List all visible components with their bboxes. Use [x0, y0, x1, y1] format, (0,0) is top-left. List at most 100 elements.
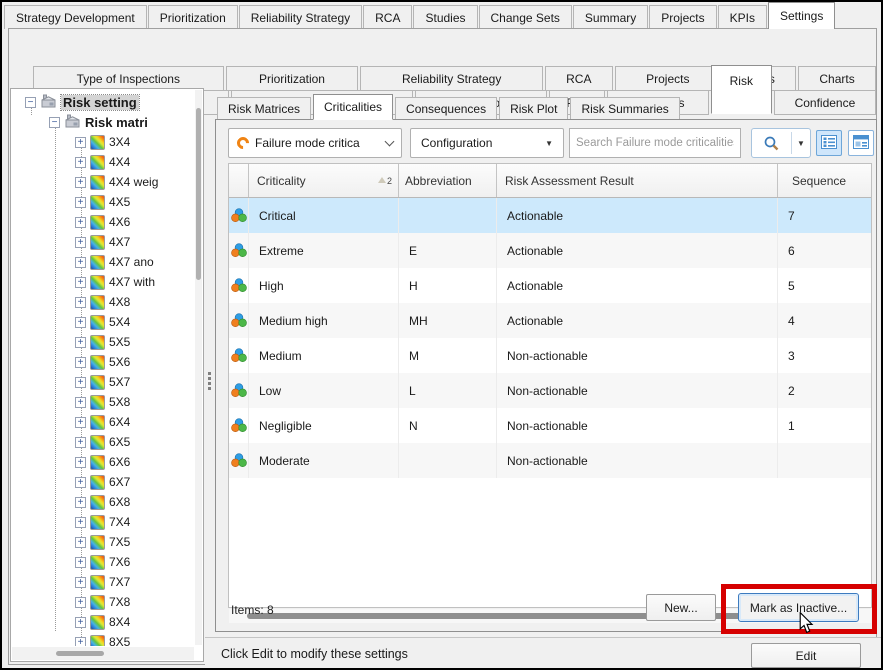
table-row[interactable]: NegligibleNNon-actionable1	[229, 408, 871, 443]
expand-icon[interactable]: +	[75, 417, 86, 428]
expand-icon[interactable]: +	[75, 217, 86, 228]
tree-item[interactable]: +6X5	[11, 432, 194, 452]
top-tab-studies[interactable]: Studies	[413, 5, 477, 29]
expand-icon[interactable]: +	[75, 377, 86, 388]
tree-item[interactable]: +6X8	[11, 492, 194, 512]
expand-icon[interactable]: +	[75, 157, 86, 168]
tree-item[interactable]: +6X6	[11, 452, 194, 472]
tree-item[interactable]: +4X6	[11, 212, 194, 232]
expand-icon[interactable]: +	[75, 637, 86, 647]
tree-item[interactable]: +4X4	[11, 152, 194, 172]
tree-item[interactable]: −Risk setting	[11, 92, 194, 112]
table-row[interactable]: CriticalActionable7	[229, 198, 871, 233]
tab-consequences[interactable]: Consequences	[395, 97, 497, 120]
expand-icon[interactable]: +	[75, 297, 86, 308]
column-header-risk-assessment-result[interactable]: Risk Assessment Result	[497, 164, 778, 197]
tab-risk-matrices[interactable]: Risk Matrices	[217, 97, 311, 120]
top-tab-rca[interactable]: RCA	[363, 5, 412, 29]
expand-icon[interactable]: +	[75, 197, 86, 208]
top-tab-summary[interactable]: Summary	[573, 5, 648, 29]
column-header-icon[interactable]	[229, 164, 249, 197]
expand-icon[interactable]: +	[75, 357, 86, 368]
tree-item[interactable]: +6X4	[11, 412, 194, 432]
collapse-icon[interactable]: −	[25, 97, 36, 108]
top-tab-settings[interactable]: Settings	[768, 2, 835, 29]
tree-item[interactable]: +5X5	[11, 332, 194, 352]
expand-icon[interactable]: +	[75, 457, 86, 468]
tree-item[interactable]: +7X8	[11, 592, 194, 612]
tree-item[interactable]: +7X6	[11, 552, 194, 572]
tree-vertical-scrollbar[interactable]	[195, 90, 202, 645]
tree-item[interactable]: +7X4	[11, 512, 194, 532]
expand-icon[interactable]: +	[75, 597, 86, 608]
configuration-dropdown[interactable]: Configuration ▼	[410, 128, 564, 158]
settings-tab-rca[interactable]: RCA	[545, 66, 613, 91]
top-tab-prioritization[interactable]: Prioritization	[148, 5, 238, 29]
column-header-abbreviation[interactable]: Abbreviation	[399, 164, 497, 197]
expand-icon[interactable]: +	[75, 137, 86, 148]
tree-item[interactable]: +5X4	[11, 312, 194, 332]
tree-item[interactable]: +8X4	[11, 612, 194, 632]
expand-icon[interactable]: +	[75, 177, 86, 188]
table-row[interactable]: Medium highMHActionable4	[229, 303, 871, 338]
tree-item[interactable]: +6X7	[11, 472, 194, 492]
tab-risk-summaries[interactable]: Risk Summaries	[570, 97, 679, 120]
search-button[interactable]: ▼	[751, 128, 811, 158]
scrollbar-thumb[interactable]	[196, 108, 201, 280]
tree-item[interactable]: +5X8	[11, 392, 194, 412]
tree-item[interactable]: +4X8	[11, 292, 194, 312]
mark-as-inactive-button[interactable]: Mark as Inactive...	[738, 593, 859, 622]
expand-icon[interactable]: +	[75, 257, 86, 268]
expand-icon[interactable]: +	[75, 477, 86, 488]
top-tab-change-sets[interactable]: Change Sets	[479, 5, 572, 29]
settings-tab-risk[interactable]: Risk	[711, 65, 772, 114]
tree-item[interactable]: +3X4	[11, 132, 194, 152]
tree-item[interactable]: +7X5	[11, 532, 194, 552]
tree-item[interactable]: +4X7 ano	[11, 252, 194, 272]
settings-tab-charts[interactable]: Charts	[798, 66, 876, 91]
column-header-criticality[interactable]: Criticality 2	[249, 164, 399, 197]
scrollbar-thumb[interactable]	[56, 651, 104, 656]
expand-icon[interactable]: +	[75, 577, 86, 588]
table-row[interactable]: HighHActionable5	[229, 268, 871, 303]
tree-item[interactable]: +8X5	[11, 632, 194, 646]
expand-icon[interactable]: +	[75, 337, 86, 348]
top-tab-reliability-strategy[interactable]: Reliability Strategy	[239, 5, 362, 29]
expand-icon[interactable]: +	[75, 437, 86, 448]
tab-criticalities[interactable]: Criticalities	[313, 94, 393, 120]
expand-icon[interactable]: +	[75, 517, 86, 528]
table-row[interactable]: ModerateNon-actionable	[229, 443, 871, 478]
column-header-sequence[interactable]: Sequence	[778, 164, 871, 197]
tree-item[interactable]: +4X7	[11, 232, 194, 252]
expand-icon[interactable]: +	[75, 617, 86, 628]
settings-tab-reliability-strategy[interactable]: Reliability Strategy	[360, 66, 542, 91]
tree-item[interactable]: +4X4 weig	[11, 172, 194, 192]
expand-icon[interactable]: +	[75, 497, 86, 508]
expand-icon[interactable]: +	[75, 397, 86, 408]
card-view-button[interactable]	[848, 130, 874, 156]
expand-icon[interactable]: +	[75, 237, 86, 248]
table-row[interactable]: LowLNon-actionable2	[229, 373, 871, 408]
expand-icon[interactable]: +	[75, 537, 86, 548]
top-tab-strategy-development[interactable]: Strategy Development	[4, 5, 147, 29]
panel-splitter[interactable]	[205, 88, 214, 662]
table-row[interactable]: MediumMNon-actionable3	[229, 338, 871, 373]
search-input[interactable]	[569, 128, 741, 158]
top-tab-projects[interactable]: Projects	[649, 5, 716, 29]
tree-item[interactable]: +4X5	[11, 192, 194, 212]
collapse-icon[interactable]: −	[49, 117, 60, 128]
entity-type-dropdown[interactable]: Failure mode critica	[228, 128, 402, 158]
new-button[interactable]: New...	[646, 594, 716, 621]
tree-item[interactable]: +4X7 with	[11, 272, 194, 292]
table-row[interactable]: ExtremeEActionable6	[229, 233, 871, 268]
expand-icon[interactable]: +	[75, 277, 86, 288]
tab-risk-plot[interactable]: Risk Plot	[499, 97, 568, 120]
expand-icon[interactable]: +	[75, 557, 86, 568]
top-tab-kpis[interactable]: KPIs	[718, 5, 767, 29]
tree-item[interactable]: −Risk matri	[11, 112, 194, 132]
tree-item[interactable]: +5X6	[11, 352, 194, 372]
search-options-arrow-icon[interactable]: ▼	[792, 139, 810, 148]
edit-button[interactable]: Edit	[751, 643, 861, 668]
tree-item[interactable]: +7X7	[11, 572, 194, 592]
expand-icon[interactable]: +	[75, 317, 86, 328]
